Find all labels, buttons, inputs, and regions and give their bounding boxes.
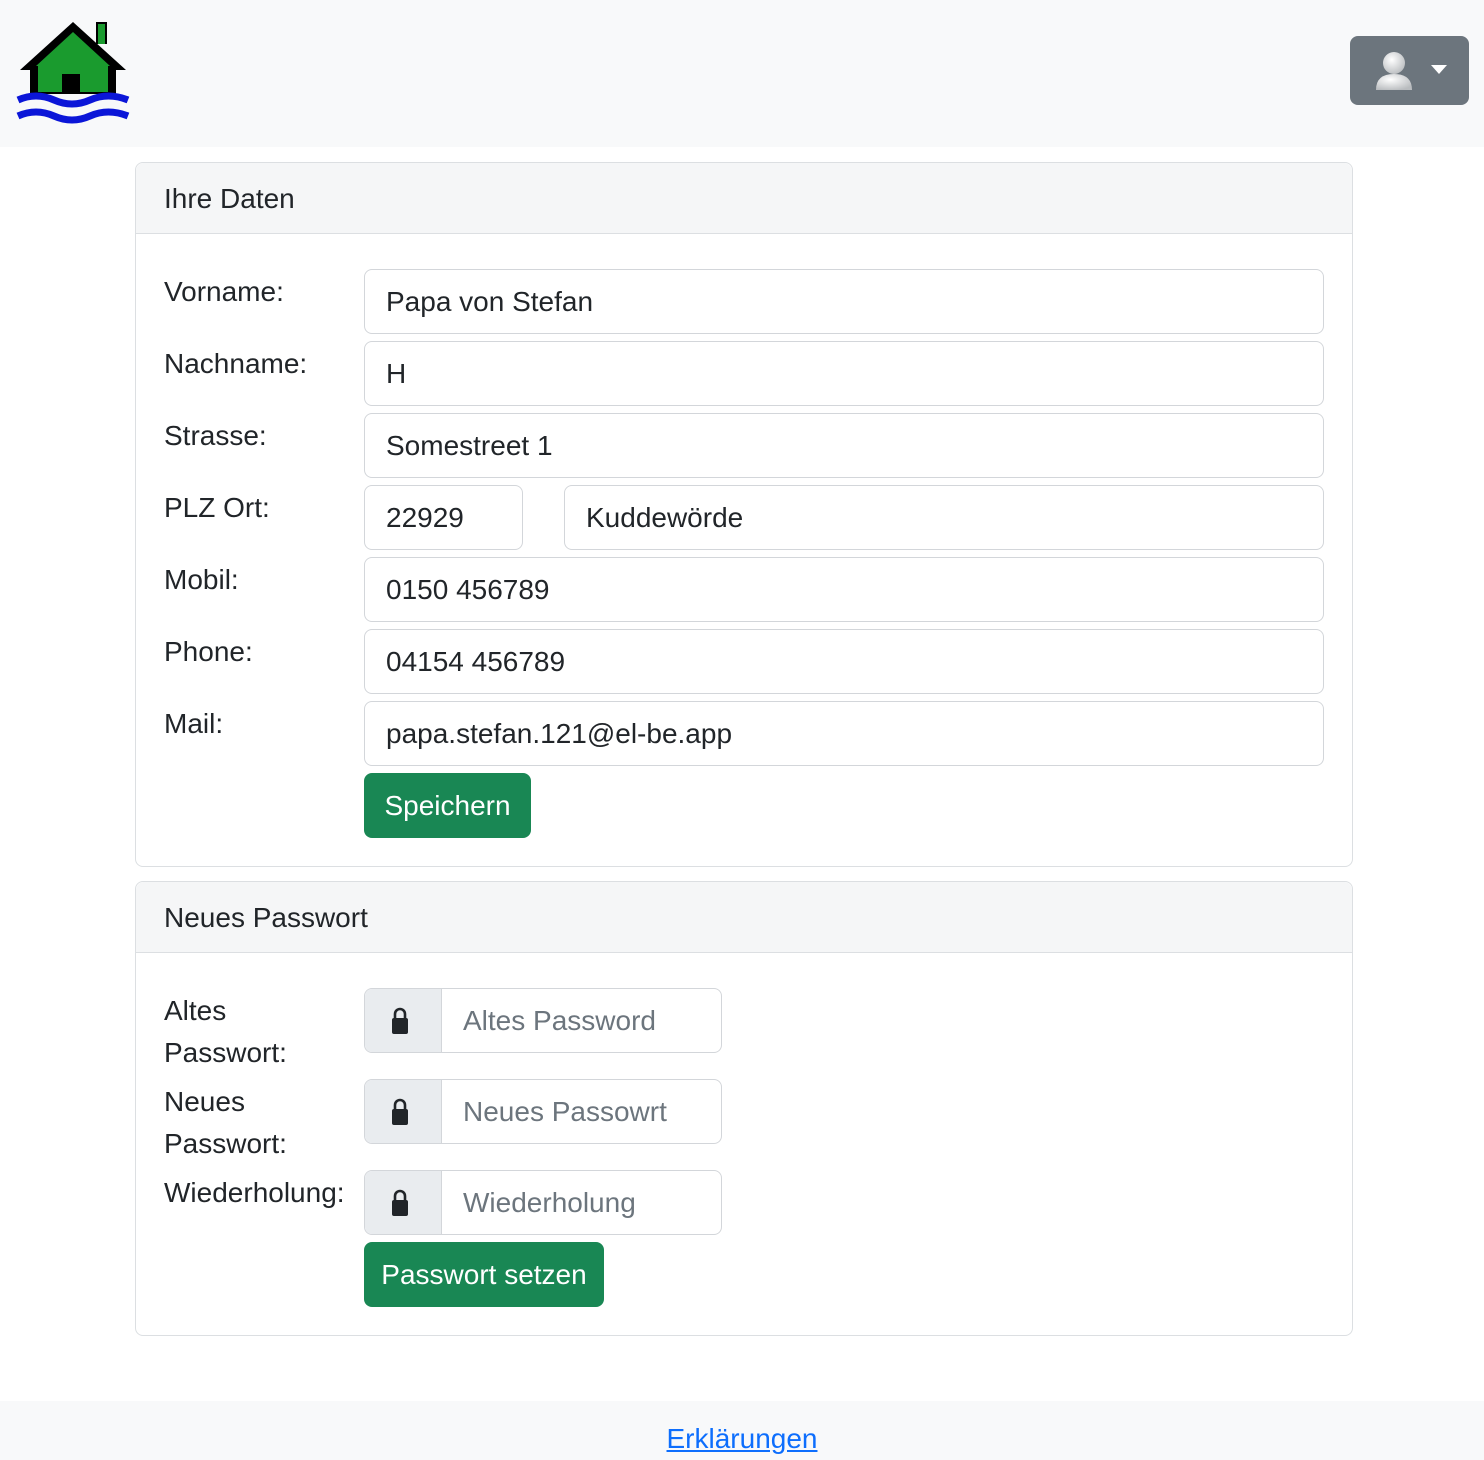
old-password-field[interactable]: Altes Password xyxy=(364,988,722,1053)
old-password-input[interactable]: Altes Password xyxy=(463,989,656,1052)
old-password-label-line2: Passwort: xyxy=(164,1037,287,1068)
user-menu-button[interactable] xyxy=(1350,36,1469,105)
user-avatar-icon xyxy=(1376,52,1412,90)
strasse-input[interactable]: Somestreet 1 xyxy=(364,413,1324,478)
repeat-password-input[interactable]: Wiederholung xyxy=(463,1171,636,1234)
password-title: Neues Passwort xyxy=(136,882,1352,953)
explanations-link[interactable]: Erklärungen xyxy=(667,1421,818,1457)
phone-label: Phone: xyxy=(164,636,253,667)
lock-icon xyxy=(392,1007,408,1034)
old-password-addon xyxy=(365,989,442,1052)
footer: Erklärungen xyxy=(0,1401,1484,1460)
phone-input[interactable]: 04154 456789 xyxy=(364,629,1324,694)
set-password-button[interactable]: Passwort setzen xyxy=(364,1242,604,1307)
password-card: Neues Passwort Altes Passwort: Altes Pas… xyxy=(135,881,1353,1336)
new-password-addon xyxy=(365,1080,442,1143)
plz-input[interactable]: 22929 xyxy=(364,485,523,550)
new-password-label-line2: Passwort: xyxy=(164,1128,287,1159)
mail-label: Mail: xyxy=(164,708,224,739)
repeat-password-addon xyxy=(365,1171,442,1234)
mobil-input[interactable]: 0150 456789 xyxy=(364,557,1324,622)
ort-input[interactable]: Kuddewörde xyxy=(564,485,1324,550)
new-password-label-line1: Neues xyxy=(164,1086,245,1117)
old-password-label-line1: Altes xyxy=(164,995,227,1026)
personal-data-title: Ihre Daten xyxy=(136,163,1352,234)
nachname-label: Nachname: xyxy=(164,348,308,379)
new-password-input[interactable]: Neues Passowrt xyxy=(463,1080,667,1143)
vorname-input[interactable]: Papa von Stefan xyxy=(364,269,1324,334)
lock-icon xyxy=(392,1098,408,1125)
strasse-label: Strasse: xyxy=(164,420,267,451)
chevron-down-icon xyxy=(1431,65,1447,74)
vorname-label: Vorname: xyxy=(164,276,284,307)
old-password-label: Altes Passwort: xyxy=(164,990,287,1074)
plz-ort-label: PLZ Ort: xyxy=(164,492,270,523)
house-on-water-logo[interactable] xyxy=(16,16,130,128)
mobil-label: Mobil: xyxy=(164,564,239,595)
personal-data-card: Ihre Daten Vorname: Papa von Stefan Nach… xyxy=(135,162,1353,867)
repeat-password-field[interactable]: Wiederholung xyxy=(364,1170,722,1235)
new-password-field[interactable]: Neues Passowrt xyxy=(364,1079,722,1144)
lock-icon xyxy=(392,1189,408,1216)
save-button[interactable]: Speichern xyxy=(364,773,531,838)
nachname-input[interactable]: H xyxy=(364,341,1324,406)
new-password-label: Neues Passwort: xyxy=(164,1081,287,1165)
repeat-password-label: Wiederholung: xyxy=(164,1177,345,1208)
navbar xyxy=(0,0,1484,147)
mail-input[interactable]: papa.stefan.121@el-be.app xyxy=(364,701,1324,766)
